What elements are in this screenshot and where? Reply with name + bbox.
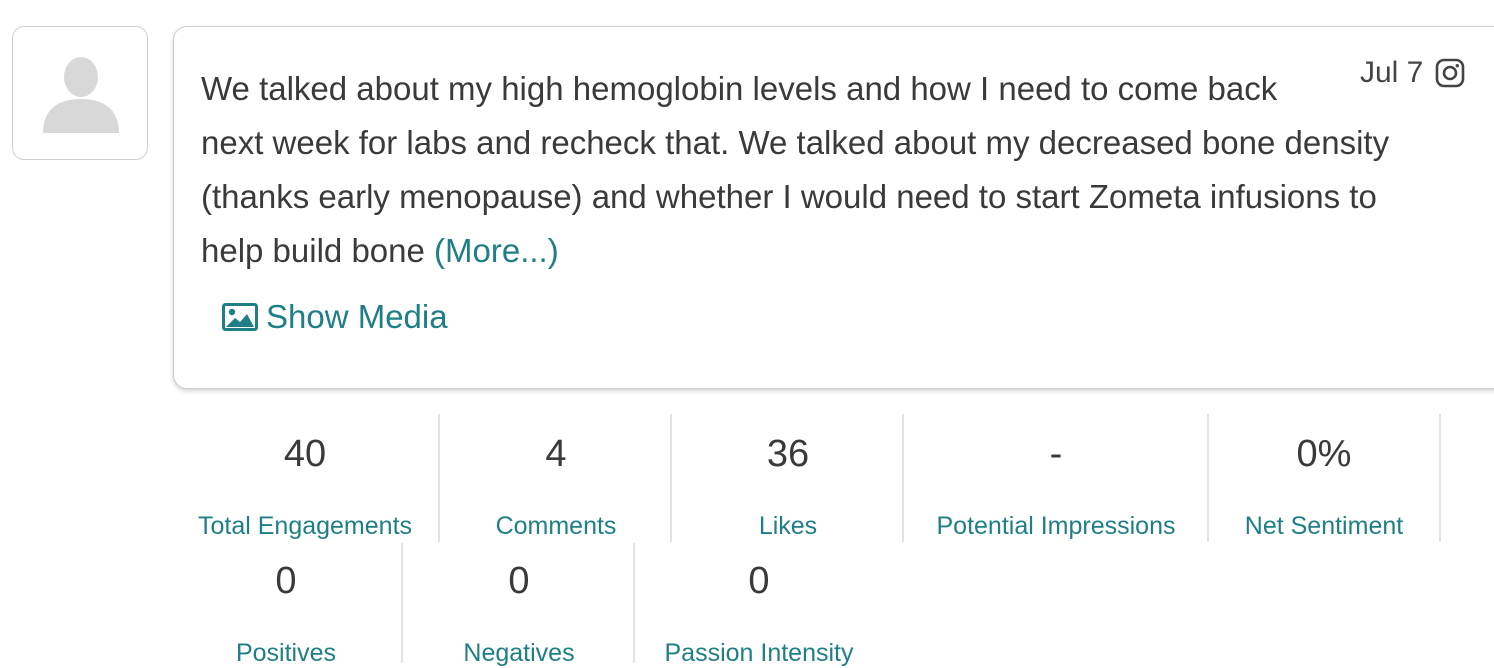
stat-value: 0 bbox=[748, 560, 770, 602]
post-text-line: We talked about my high hemoglobin level… bbox=[201, 70, 1278, 107]
user-placeholder-icon bbox=[43, 57, 119, 133]
stat-net-sentiment[interactable]: 0% Net Sentiment bbox=[1209, 432, 1439, 541]
post-text-line-content: help build bone bbox=[201, 232, 425, 269]
post-text: We talked about my high hemoglobin level… bbox=[201, 62, 1451, 278]
post-text-line-last: help build bone (More...) bbox=[201, 224, 1451, 278]
show-media-button[interactable]: Show Media bbox=[222, 298, 448, 336]
stat-value: 40 bbox=[283, 433, 327, 475]
stat-comments[interactable]: 4 Comments bbox=[440, 432, 672, 541]
stat-label: Total Engagements bbox=[197, 512, 413, 540]
post-text-line: (thanks early menopause) and whether I w… bbox=[201, 178, 1377, 215]
stat-divider bbox=[1439, 414, 1441, 542]
stat-value: - bbox=[1049, 433, 1063, 475]
stat-total-engagements[interactable]: 40 Total Engagements bbox=[185, 432, 425, 541]
stat-value: 0 bbox=[508, 560, 530, 602]
stat-value: 0% bbox=[1296, 433, 1352, 475]
stat-value: 0 bbox=[275, 560, 297, 602]
image-icon bbox=[222, 303, 258, 331]
stat-label: Net Sentiment bbox=[1244, 512, 1404, 540]
stat-passion-intensity[interactable]: 0 Passion Intensity bbox=[635, 559, 883, 668]
stat-positives[interactable]: 0 Positives bbox=[185, 559, 387, 668]
stat-label: Negatives bbox=[463, 639, 575, 667]
stat-label: Potential Impressions bbox=[936, 512, 1176, 540]
stat-label: Comments bbox=[495, 512, 617, 540]
show-media-label: Show Media bbox=[266, 298, 448, 335]
stat-value: 4 bbox=[545, 433, 567, 475]
avatar[interactable] bbox=[12, 26, 148, 160]
stat-value: 36 bbox=[766, 433, 810, 475]
stat-label: Passion Intensity bbox=[664, 639, 854, 667]
stat-likes[interactable]: 36 Likes bbox=[672, 432, 904, 541]
stat-label: Positives bbox=[235, 639, 337, 667]
post-text-line: next week for labs and recheck that. We … bbox=[201, 124, 1390, 161]
stat-negatives[interactable]: 0 Negatives bbox=[403, 559, 635, 668]
stat-potential-impressions[interactable]: - Potential Impressions bbox=[904, 432, 1208, 541]
stat-label: Likes bbox=[758, 512, 818, 540]
more-link[interactable]: (More...) bbox=[434, 232, 559, 269]
